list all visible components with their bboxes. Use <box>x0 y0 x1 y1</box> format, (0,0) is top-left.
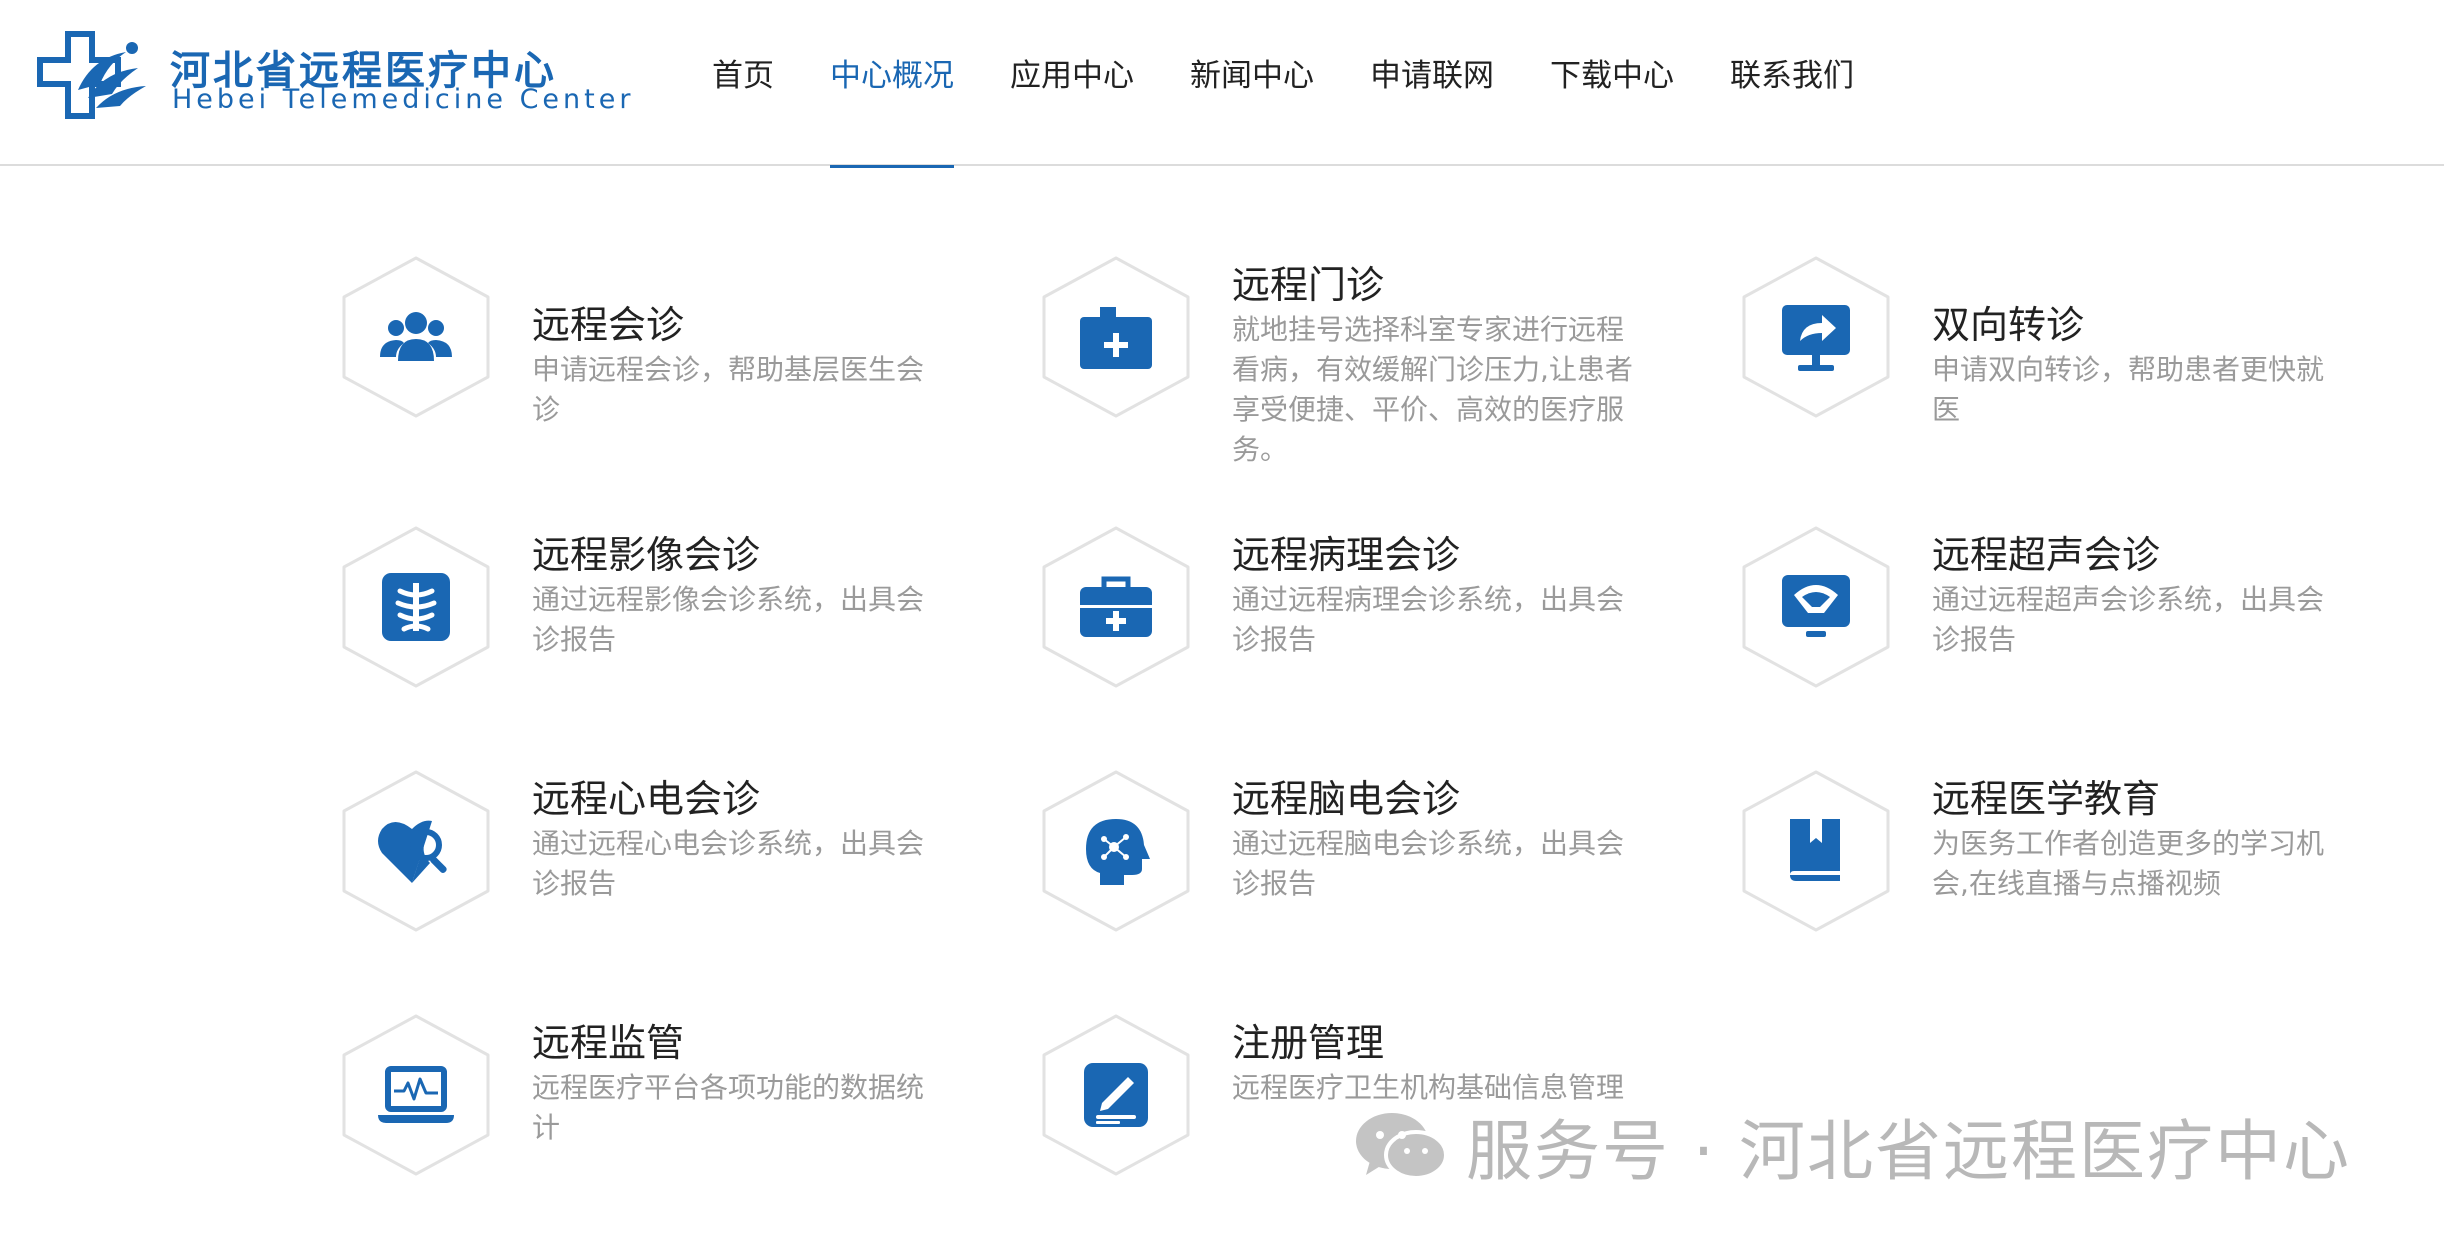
medical-box-icon <box>1080 307 1152 369</box>
book-icon <box>1790 819 1840 881</box>
hexagon-frame <box>1040 254 1192 420</box>
hexagon-frame <box>340 254 492 420</box>
monitor-share-icon <box>1782 305 1850 371</box>
service-title: 远程门诊 <box>1232 263 1385 307</box>
wechat-watermark: 服务号 · 河北省远程医疗中心 <box>1352 1106 2351 1190</box>
service-description: 为医务工作者创造更多的学习机会,在线直播与点播视频 <box>1932 827 2325 900</box>
heart-search-icon <box>378 820 447 883</box>
nav-application-center[interactable]: 应用中心 <box>1010 0 1134 166</box>
hexagon-frame <box>340 1012 492 1178</box>
nav-center-overview[interactable]: 中心概况 <box>830 0 954 168</box>
service-remote-education[interactable]: 远程医学教育 为医务工作者创造更多的学习机会,在线直播与点播视频 <box>1740 768 2380 1008</box>
xray-icon <box>382 573 450 641</box>
watermark-text: 服务号 · 河北省远程医疗中心 <box>1466 1113 2351 1190</box>
service-title: 远程医学教育 <box>1932 777 2161 821</box>
service-title: 远程超声会诊 <box>1932 533 2161 577</box>
service-description: 申请双向转诊，帮助患者更快就医 <box>1932 353 2325 426</box>
hexagon-frame <box>340 524 492 690</box>
page: 河北省远程医疗中心 Hebei Telemedicine Center 首页 中… <box>0 0 2444 1244</box>
service-title: 注册管理 <box>1232 1021 1385 1065</box>
wechat-icon <box>1356 1113 1448 1180</box>
service-remote-outpatient[interactable]: 远程门诊 就地挂号选择科室专家进行远程看病，有效缓解门诊压力,让患者享受便捷、平… <box>1040 254 1680 494</box>
service-description: 通过远程超声会诊系统，出具会诊报告 <box>1932 583 2325 656</box>
ultrasound-monitor-icon <box>1782 575 1850 637</box>
service-remote-pathology[interactable]: 远程病理会诊 通过远程病理会诊系统，出具会诊报告 <box>1040 524 1680 764</box>
hexagon-frame <box>340 768 492 934</box>
site-header: 河北省远程医疗中心 Hebei Telemedicine Center 首页 中… <box>0 0 2444 168</box>
site-logo[interactable]: 河北省远程医疗中心 Hebei Telemedicine Center <box>34 28 630 124</box>
service-description: 就地挂号选择科室专家进行远程看病，有效缓解门诊压力,让患者享受便捷、平价、高效的… <box>1232 313 1633 466</box>
service-title: 远程心电会诊 <box>532 777 761 821</box>
logo-english-name: Hebei Telemedicine Center <box>172 84 635 115</box>
hexagon-frame <box>1040 524 1192 690</box>
hexagon-frame <box>1040 768 1192 934</box>
service-remote-ultrasound[interactable]: 远程超声会诊 通过远程超声会诊系统，出具会诊报告 <box>1740 524 2380 764</box>
medical-cross-logo-icon <box>37 31 146 119</box>
service-two-way-referral[interactable]: 双向转诊 申请双向转诊，帮助患者更快就医 <box>1740 254 2380 494</box>
nav-news-center[interactable]: 新闻中心 <box>1190 0 1314 166</box>
laptop-pulse-icon <box>378 1066 454 1123</box>
hexagon-frame <box>1740 254 1892 420</box>
service-description: 通过远程心电会诊系统，出具会诊报告 <box>532 827 925 900</box>
service-title: 远程病理会诊 <box>1232 533 1461 577</box>
main-nav: 首页 中心概况 应用中心 新闻中心 申请联网 下载中心 联系我们 <box>712 0 1910 168</box>
nav-contact-us[interactable]: 联系我们 <box>1730 0 1854 166</box>
nav-apply-network[interactable]: 申请联网 <box>1370 0 1494 166</box>
service-description: 远程医疗平台各项功能的数据统计 <box>532 1071 925 1144</box>
service-title: 双向转诊 <box>1932 303 2085 347</box>
service-title: 远程会诊 <box>532 303 685 347</box>
service-description: 通过远程影像会诊系统，出具会诊报告 <box>532 583 925 656</box>
service-remote-eeg[interactable]: 远程脑电会诊 通过远程脑电会诊系统，出具会诊报告 <box>1040 768 1680 1008</box>
service-remote-imaging[interactable]: 远程影像会诊 通过远程影像会诊系统，出具会诊报告 <box>340 524 980 764</box>
service-remote-ecg[interactable]: 远程心电会诊 通过远程心电会诊系统，出具会诊报告 <box>340 768 980 1008</box>
service-remote-consultation[interactable]: 远程会诊 申请远程会诊，帮助基层医生会诊 <box>340 254 980 494</box>
medical-kit-icon <box>1080 576 1152 637</box>
hexagon-frame <box>1740 768 1892 934</box>
hexagon-frame <box>1040 1012 1192 1178</box>
group-users-icon <box>380 312 452 361</box>
hexagon-frame <box>1740 524 1892 690</box>
nav-download-center[interactable]: 下载中心 <box>1550 0 1674 166</box>
service-title: 远程影像会诊 <box>532 533 761 577</box>
edit-document-icon <box>1084 1063 1148 1127</box>
service-description: 通过远程脑电会诊系统，出具会诊报告 <box>1232 827 1625 900</box>
service-title: 远程监管 <box>532 1021 685 1065</box>
service-title: 远程脑电会诊 <box>1232 777 1461 821</box>
nav-home[interactable]: 首页 <box>712 0 774 166</box>
service-description: 通过远程病理会诊系统，出具会诊报告 <box>1232 583 1625 656</box>
service-remote-supervision[interactable]: 远程监管 远程医疗平台各项功能的数据统计 <box>340 1012 980 1244</box>
service-description: 申请远程会诊，帮助基层医生会诊 <box>532 353 925 426</box>
brain-head-icon <box>1086 819 1150 885</box>
